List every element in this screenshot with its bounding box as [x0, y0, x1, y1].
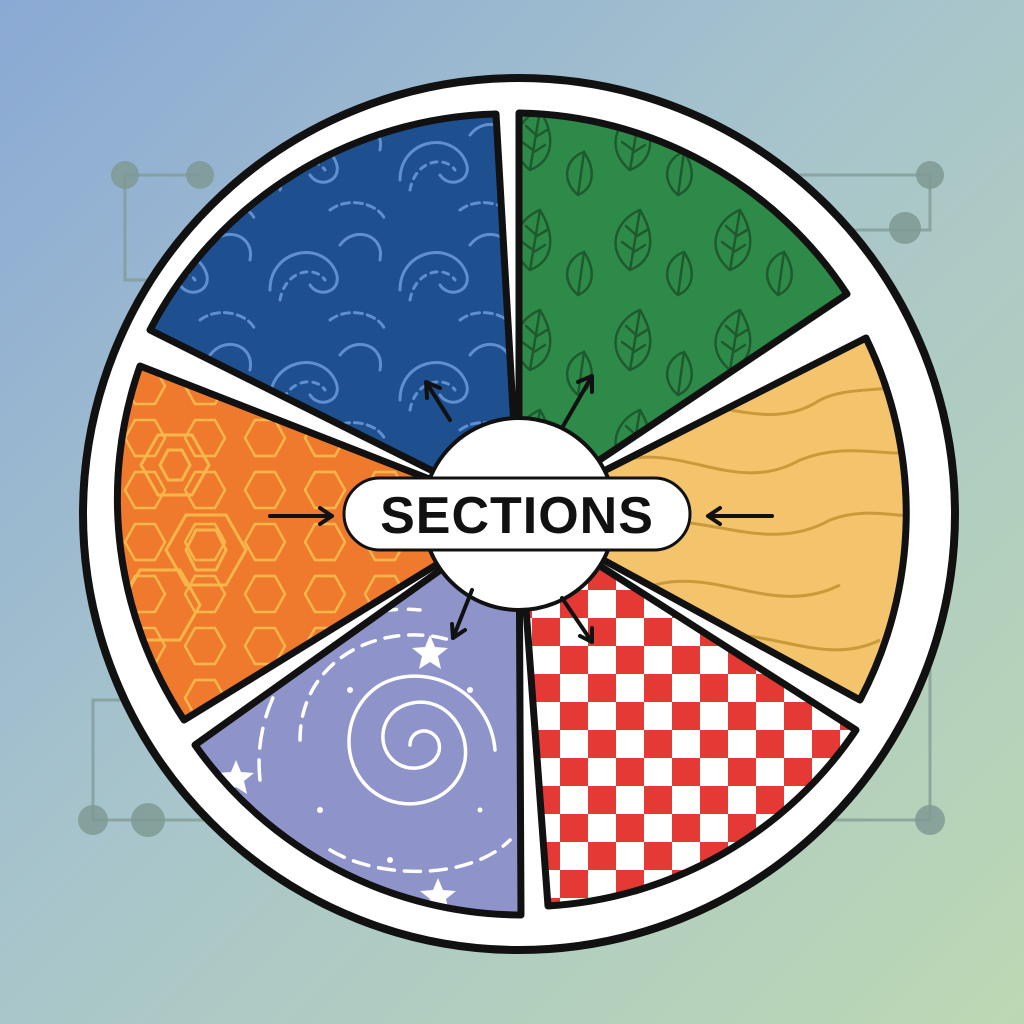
sections-wheel-diagram: SECTIONS [78, 74, 959, 954]
center-label: SECTIONS [380, 487, 654, 545]
